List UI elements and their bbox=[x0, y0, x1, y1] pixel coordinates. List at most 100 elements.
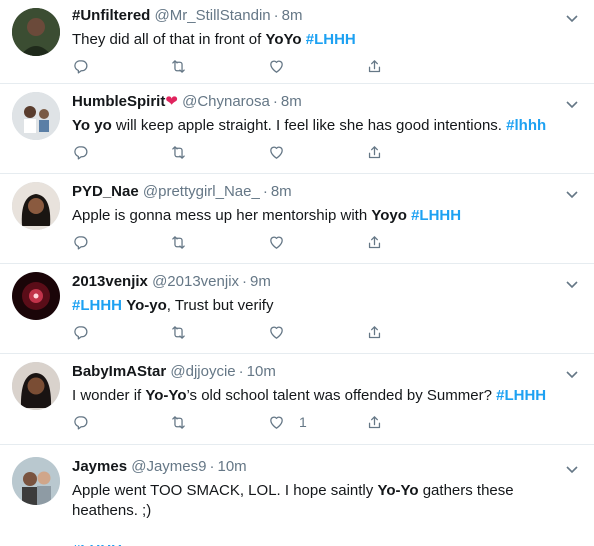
tweet-text: Apple went TOO SMACK, LOL. I hope saintl… bbox=[72, 481, 554, 546]
reply-button[interactable] bbox=[72, 142, 170, 162]
tweet[interactable]: HumbleSpirit❤ @Chynarosa · 8m Yo yo will k… bbox=[0, 84, 594, 174]
tweet-text-segment: , Trust but verify bbox=[166, 297, 274, 314]
username[interactable]: @Jaymes9 bbox=[131, 458, 206, 475]
like-button[interactable] bbox=[268, 232, 366, 252]
tweet-text-segment: ’s old school talent was offended by Sum… bbox=[186, 387, 497, 404]
share-icon bbox=[368, 59, 381, 72]
chevron-down-icon[interactable] bbox=[564, 461, 580, 477]
hashtag-link[interactable]: #LHHH bbox=[411, 207, 461, 224]
share-button[interactable] bbox=[366, 322, 464, 342]
display-name[interactable]: Jaymes bbox=[72, 458, 127, 475]
tweet-header: 2013venjix @2013venjix · 9m bbox=[72, 272, 554, 292]
tweet[interactable]: Jaymes @Jaymes9 · 10m Apple went TOO SMACK… bbox=[0, 445, 594, 546]
reply-button[interactable] bbox=[72, 56, 170, 76]
share-button[interactable] bbox=[366, 142, 464, 162]
share-button[interactable] bbox=[366, 56, 464, 76]
share-icon bbox=[368, 325, 381, 338]
tweet-text: They did all of that in front of YoYo #L… bbox=[72, 30, 554, 50]
reply-icon bbox=[74, 59, 88, 74]
name-emoji: ❤ bbox=[165, 93, 178, 110]
timestamp[interactable]: 9m bbox=[250, 273, 271, 290]
timestamp[interactable]: 10m bbox=[247, 363, 276, 380]
chevron-down-icon[interactable] bbox=[564, 10, 580, 26]
chevron-down-icon[interactable] bbox=[564, 276, 580, 292]
highlighted-keyword: Yo-yo bbox=[126, 297, 167, 314]
hashtag-link[interactable]: #LHHH bbox=[306, 31, 356, 48]
hashtag-link[interactable]: #LHHH bbox=[72, 297, 122, 314]
tweet-header: HumbleSpirit❤ @Chynarosa · 8m bbox=[72, 92, 554, 112]
display-name[interactable]: #Unfiltered bbox=[72, 7, 150, 24]
tweet[interactable]: 2013venjix @2013venjix · 9m #LHHH Yo-yo, T… bbox=[0, 264, 594, 354]
retweet-icon bbox=[172, 145, 185, 159]
share-button[interactable] bbox=[366, 232, 464, 252]
tweet-header: PYD_Nae @prettygirl_Nae_ · 8m bbox=[72, 182, 554, 202]
avatar[interactable] bbox=[12, 182, 60, 230]
chevron-down-icon[interactable] bbox=[564, 96, 580, 112]
reply-icon bbox=[74, 235, 88, 250]
retweet-icon bbox=[172, 415, 185, 429]
timestamp[interactable]: 8m bbox=[281, 93, 302, 110]
separator-dot: · bbox=[262, 183, 268, 200]
retweet-button[interactable] bbox=[170, 232, 268, 252]
hashtag-link[interactable]: #LHHH bbox=[72, 542, 122, 546]
highlighted-keyword: Yoyo bbox=[371, 207, 407, 224]
retweet-button[interactable] bbox=[170, 142, 268, 162]
tweet-actions: 1 bbox=[72, 412, 464, 432]
retweet-icon bbox=[172, 59, 185, 73]
avatar[interactable] bbox=[12, 272, 60, 320]
chevron-down-icon[interactable] bbox=[564, 186, 580, 202]
username[interactable]: @prettygirl_Nae_ bbox=[143, 183, 260, 200]
tweet-actions bbox=[72, 232, 464, 252]
separator-dot: · bbox=[272, 93, 278, 110]
highlighted-keyword: Yo-Yo bbox=[145, 387, 187, 404]
share-icon bbox=[368, 235, 381, 248]
reply-button[interactable] bbox=[72, 322, 170, 342]
avatar[interactable] bbox=[12, 362, 60, 410]
timestamp[interactable]: 10m bbox=[217, 458, 246, 475]
avatar[interactable] bbox=[12, 8, 60, 56]
tweet-text: Yo yo will keep apple straight. I feel l… bbox=[72, 116, 554, 136]
tweet-header: BabyImAStar @djjoycie · 10m bbox=[72, 362, 554, 382]
username[interactable]: @Chynarosa bbox=[182, 93, 270, 110]
tweet-actions bbox=[72, 56, 464, 76]
username[interactable]: @2013venjix bbox=[152, 273, 239, 290]
like-button[interactable] bbox=[268, 322, 366, 342]
timestamp[interactable]: 8m bbox=[282, 7, 303, 24]
hashtag-link[interactable]: #lhhh bbox=[506, 117, 546, 134]
like-button[interactable]: 1 bbox=[268, 412, 366, 432]
like-button[interactable] bbox=[268, 56, 366, 76]
tweet-header: Jaymes @Jaymes9 · 10m bbox=[72, 457, 554, 477]
separator-dot: · bbox=[273, 7, 279, 24]
tweet[interactable]: PYD_Nae @prettygirl_Nae_ · 8m Apple is gon… bbox=[0, 174, 594, 264]
reply-icon bbox=[74, 415, 88, 430]
tweet[interactable]: #Unfiltered @Mr_StillStandin · 8m They did… bbox=[0, 0, 594, 84]
tweet[interactable]: BabyImAStar @djjoycie · 10m I wonder if Yo… bbox=[0, 354, 594, 445]
display-name[interactable]: HumbleSpirit bbox=[72, 93, 165, 110]
tweet-text-segment: will keep apple straight. I feel like sh… bbox=[111, 117, 507, 134]
display-name[interactable]: PYD_Nae bbox=[72, 183, 139, 200]
reply-button[interactable] bbox=[72, 232, 170, 252]
chevron-down-icon[interactable] bbox=[564, 366, 580, 382]
username[interactable]: @Mr_StillStandin bbox=[155, 7, 271, 24]
avatar[interactable] bbox=[12, 457, 60, 505]
tweet-actions bbox=[72, 322, 464, 342]
retweet-button[interactable] bbox=[170, 56, 268, 76]
reply-button[interactable] bbox=[72, 412, 170, 432]
tweet-text: #LHHH Yo-yo, Trust but verify bbox=[72, 296, 554, 316]
display-name[interactable]: 2013venjix bbox=[72, 273, 148, 290]
tweet-text-segment: I wonder if bbox=[72, 387, 146, 404]
retweet-button[interactable] bbox=[170, 322, 268, 342]
timestamp[interactable]: 8m bbox=[271, 183, 292, 200]
retweet-button[interactable] bbox=[170, 412, 268, 432]
display-name[interactable]: BabyImAStar bbox=[72, 363, 166, 380]
hashtag-link[interactable]: #LHHH bbox=[496, 387, 546, 404]
tweet-header: #Unfiltered @Mr_StillStandin · 8m bbox=[72, 6, 554, 26]
like-button[interactable] bbox=[268, 142, 366, 162]
highlighted-keyword: YoYo bbox=[265, 31, 302, 48]
avatar[interactable] bbox=[12, 92, 60, 140]
share-button[interactable] bbox=[366, 412, 464, 432]
retweet-icon bbox=[172, 235, 185, 249]
username[interactable]: @djjoycie bbox=[170, 363, 235, 380]
heart-icon bbox=[270, 416, 283, 429]
retweet-icon bbox=[172, 325, 185, 339]
